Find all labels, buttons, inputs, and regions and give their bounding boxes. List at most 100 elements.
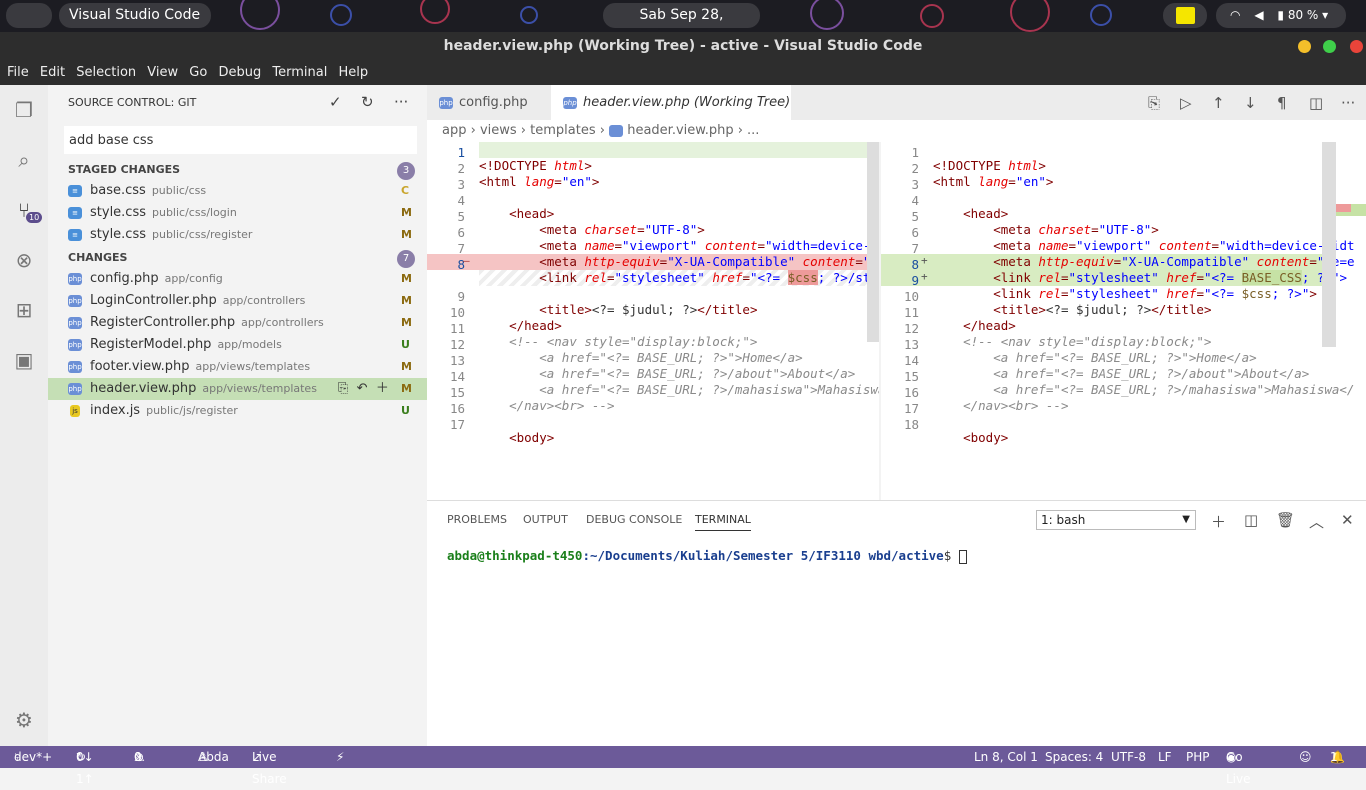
file-path: app/models xyxy=(217,338,282,351)
tab-debug-console[interactable]: DEBUG CONSOLE xyxy=(586,513,682,526)
play-icon[interactable]: ▷ xyxy=(1180,94,1192,112)
list-item[interactable]: ≡ style.css public/css/login M xyxy=(48,202,427,224)
php-file-icon: php xyxy=(68,295,82,307)
menu-edit[interactable]: Edit xyxy=(40,61,65,85)
gear-icon[interactable]: ⚙ xyxy=(12,708,36,732)
maximize-button[interactable] xyxy=(1323,40,1336,53)
breadcrumb-item[interactable]: header.view.php xyxy=(627,123,733,138)
stage-changes-icon[interactable]: ＋ xyxy=(376,381,389,396)
line-number: 18 xyxy=(903,417,919,432)
file-status: M xyxy=(401,272,412,285)
list-item[interactable]: php RegisterController.php app/controller… xyxy=(48,312,427,334)
staged-changes-header[interactable]: STAGED CHANGES xyxy=(68,163,180,176)
changes-header[interactable]: CHANGES xyxy=(68,251,127,264)
menu-selection[interactable]: Selection xyxy=(76,61,136,85)
menu-go[interactable]: Go xyxy=(189,61,207,85)
breadcrumb-item[interactable]: ... xyxy=(747,123,759,138)
close-icon[interactable]: ✕ xyxy=(1341,511,1354,529)
more-actions-icon[interactable]: ··· xyxy=(1341,94,1355,112)
clock[interactable]: Sab Sep 28, 09:34:26 xyxy=(603,3,760,28)
list-item-selected[interactable]: php header.view.php app/views/templates ⎘… xyxy=(48,378,427,400)
menu-help[interactable]: Help xyxy=(338,61,368,85)
list-item[interactable]: php footer.view.php app/views/templates M xyxy=(48,356,427,378)
commit-check-icon[interactable]: ✓ xyxy=(329,93,342,111)
terminal-output[interactable]: abda@thinkpad-t450:~/Documents/Kuliah/Se… xyxy=(447,548,967,564)
debug-icon[interactable]: ⊗ xyxy=(12,248,36,272)
menu-bar: File Edit Selection View Go Debug Termin… xyxy=(0,61,1366,85)
line-number: 11 xyxy=(903,305,919,320)
cursor-position[interactable]: Ln 8, Col 1 xyxy=(974,746,1038,768)
apple-menu-icon[interactable] xyxy=(6,3,52,28)
file-path: app/views/templates xyxy=(195,360,311,373)
system-menu[interactable]: ◠ ◀ ▮ 80 % ▾ xyxy=(1216,3,1346,28)
lightning-icon[interactable]: ⚡ xyxy=(336,746,344,768)
file-name: config.php xyxy=(90,271,159,286)
activity-bar: ❐ ⌕ ⑂ 10 ⊗ ⊞ ▣ ⚙ xyxy=(0,85,48,746)
file-name: base.css xyxy=(90,183,146,198)
file-status: M xyxy=(401,206,412,219)
tab-header-view-php[interactable]: php header.view.php (Working Tree) ✕ xyxy=(551,85,791,145)
line-number: 2 xyxy=(911,161,919,176)
live-share-label: Live Share xyxy=(252,750,287,786)
menu-terminal[interactable]: Terminal xyxy=(272,61,327,85)
terminal-cursor xyxy=(958,549,967,564)
arrow-down-icon[interactable]: ↓ xyxy=(1244,94,1257,112)
terminal-select[interactable]: 1: bash ▼ xyxy=(1036,510,1196,530)
split-terminal-icon[interactable]: ◫ xyxy=(1244,511,1258,529)
refresh-icon[interactable]: ↻ xyxy=(361,93,374,111)
prompt-path: :~/Documents/Kuliah/Semester 5/IF3110 wb… xyxy=(582,548,944,563)
breadcrumb-item[interactable]: views xyxy=(480,123,517,138)
notes-icon[interactable] xyxy=(1163,3,1207,28)
extensions-icon[interactable]: ⊞ xyxy=(12,298,36,322)
css-file-icon: ≡ xyxy=(68,229,82,241)
menu-file[interactable]: File xyxy=(7,61,29,85)
whitespace-icon[interactable]: ¶ xyxy=(1277,94,1287,112)
split-editor-icon[interactable]: ◫ xyxy=(1309,94,1323,112)
js-file-icon: js xyxy=(70,405,80,417)
open-file-icon[interactable]: ⎘ xyxy=(1148,94,1160,112)
remote-icon[interactable]: ▣ xyxy=(12,348,36,372)
menu-debug[interactable]: Debug xyxy=(218,61,261,85)
file-name: RegisterModel.php xyxy=(90,337,212,352)
encoding[interactable]: UTF-8 xyxy=(1111,746,1146,768)
list-item[interactable]: ≡ style.css public/css/register M xyxy=(48,224,427,246)
indentation[interactable]: Spaces: 4 xyxy=(1045,746,1103,768)
tab-problems[interactable]: PROBLEMS xyxy=(447,513,507,526)
more-actions-icon[interactable]: ··· xyxy=(394,93,408,111)
tab-output[interactable]: OUTPUT xyxy=(523,513,568,526)
app-menu[interactable]: Visual Studio Code ▾ xyxy=(59,3,211,28)
css-file-icon: ≡ xyxy=(68,207,82,219)
file-status: M xyxy=(401,360,412,373)
feedback-smiley-icon[interactable]: ☺ xyxy=(1299,746,1312,768)
maximize-panel-icon[interactable]: ︿ xyxy=(1309,511,1324,532)
list-item[interactable]: php LoginController.php app/controllers M xyxy=(48,290,427,312)
user-name: Abda xyxy=(198,750,229,764)
tab-terminal[interactable]: TERMINAL xyxy=(695,513,751,531)
list-item[interactable]: js index.js public/js/register U xyxy=(48,400,427,422)
tab-config-php[interactable]: php config.php xyxy=(427,85,551,120)
end-of-line[interactable]: LF xyxy=(1158,746,1172,768)
arrow-up-icon[interactable]: ↑ xyxy=(1212,94,1225,112)
scm-badge: 10 xyxy=(26,212,43,223)
list-item[interactable]: ≡ base.css public/css C xyxy=(48,180,427,202)
diff-modified-pane[interactable]: 1 2 3 4 5 6 7 8 9 10 11 12 13 14 15 16 17 18 <!DOCTYPE ht… xyxy=(881,142,1366,500)
discard-changes-icon[interactable]: ↶ xyxy=(357,381,368,396)
close-button[interactable] xyxy=(1350,40,1363,53)
breadcrumb-item[interactable]: templates xyxy=(530,123,595,138)
breadcrumb-item[interactable]: app xyxy=(442,123,466,138)
minimize-button[interactable] xyxy=(1298,40,1311,53)
new-terminal-icon[interactable]: ＋ xyxy=(1211,511,1226,532)
language-mode[interactable]: PHP xyxy=(1186,746,1210,768)
file-name: RegisterController.php xyxy=(90,315,236,330)
explorer-icon[interactable]: ❐ xyxy=(12,98,36,122)
commit-message-input[interactable] xyxy=(64,126,417,154)
list-item[interactable]: php config.php app/config M xyxy=(48,268,427,290)
menu-view[interactable]: View xyxy=(147,61,178,85)
trash-icon[interactable]: 🗑 xyxy=(1276,511,1295,529)
list-item[interactable]: php RegisterModel.php app/models U xyxy=(48,334,427,356)
diff-original-pane[interactable]: 1 2 3 4 5 6 7 8 9 10 11 12 13 14 15 16 17 <!DOCTYPE html… xyxy=(427,142,879,500)
open-file-icon[interactable]: ⎘ xyxy=(338,381,348,396)
search-icon[interactable]: ⌕ xyxy=(12,148,36,172)
file-status: M xyxy=(401,294,412,307)
line-number: 11 xyxy=(449,321,465,336)
